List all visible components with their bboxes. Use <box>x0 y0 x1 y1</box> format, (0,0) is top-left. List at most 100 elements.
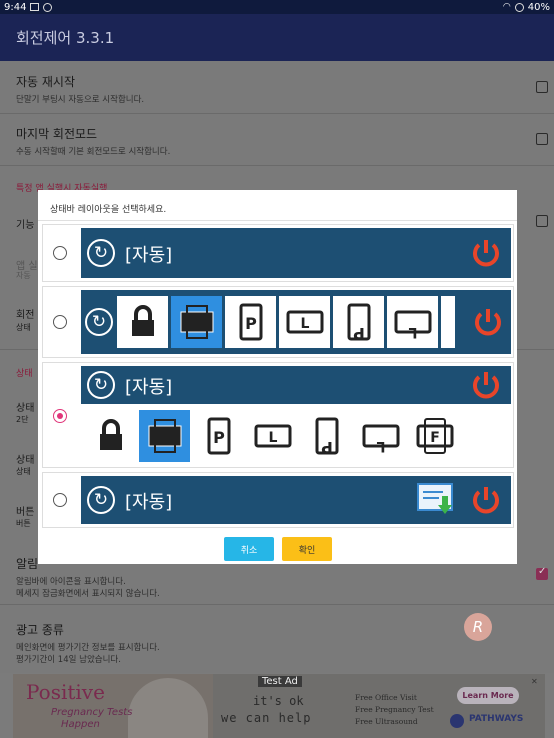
reverse-landscape-icon: L <box>355 410 406 462</box>
more-mode-icon <box>441 296 455 348</box>
landscape-icon: L <box>247 410 298 462</box>
divider <box>38 220 517 221</box>
dnd-icon <box>514 2 524 12</box>
pref-summary: 2단 <box>16 415 29 424</box>
app-logo-icon: R <box>464 613 492 641</box>
ad-text: Free Office Visit <box>355 693 417 702</box>
ad-text: it's ok <box>253 694 304 708</box>
pref-summary: 단말기 부팅시 자동으로 시작합니다. <box>16 95 145 105</box>
power-icon <box>473 487 499 514</box>
radio-option-4[interactable] <box>53 493 67 507</box>
statusbar-preview: ↻ P L P L <box>81 290 511 354</box>
learn-more-button[interactable]: Learn More <box>457 687 519 704</box>
category-header: 상태 <box>16 369 33 379</box>
svg-text:L: L <box>268 430 277 446</box>
statusbar-preview: ↻ [자동] <box>81 228 511 278</box>
portrait-icon: P <box>193 410 244 462</box>
reverse-portrait-icon: P <box>333 296 384 348</box>
landscape-auto-icon <box>171 296 222 348</box>
pref-auto-restart[interactable]: 자동 재시작 단말기 부팅시 자동으로 시작합니다. <box>16 73 538 106</box>
wifi-icon: ◠ <box>502 2 511 12</box>
svg-text:P: P <box>320 438 332 456</box>
pref-title: 마지막 회전모드 <box>16 127 98 141</box>
dialog-title: 상태바 레이아웃을 선택하세요. <box>50 205 167 215</box>
last-mode-checkbox[interactable] <box>536 133 548 145</box>
auto-label: [자동] <box>125 377 173 398</box>
statusbar-preview: ↻ [자동] <box>81 366 511 404</box>
auto-label: [자동] <box>125 492 173 513</box>
ad-text: Free Ultrasound <box>355 717 418 726</box>
image-icon <box>30 3 40 11</box>
radio-option-2[interactable] <box>53 315 67 329</box>
svg-text:F: F <box>430 430 440 446</box>
pref-title: 상태 <box>16 455 35 466</box>
pref-summary: 상태 <box>16 323 31 332</box>
lock-icon <box>117 296 168 348</box>
power-icon <box>473 240 499 267</box>
pref-summary: 메인화면에 평가기간 정보를 표시합니다. <box>16 643 160 653</box>
radio-option-3[interactable] <box>53 409 67 423</box>
layout-option-2[interactable]: ↻ P L P L <box>42 286 514 358</box>
auto-restart-checkbox[interactable] <box>536 81 548 93</box>
app-title: 회전제어 3.3.1 <box>16 29 115 47</box>
ad-text: we can help <box>221 711 312 725</box>
pref-summary: 상태 <box>16 467 31 476</box>
brand-logo-icon <box>450 714 464 728</box>
app-bar: 회전제어 3.3.1 <box>0 14 554 61</box>
rotate-icon: ↻ <box>87 239 115 267</box>
layout-select-dialog: 상태바 레이아웃을 선택하세요. ↻ [자동] ↻ P L P L ↻ [자동]… <box>38 190 517 564</box>
svg-text:L: L <box>376 438 385 454</box>
ad-subline: Pregnancy Tests <box>51 707 133 718</box>
alarm-checkbox[interactable] <box>536 566 548 580</box>
lock-icon <box>85 410 136 462</box>
rotate-icon: ↻ <box>87 486 115 514</box>
ad-brand: PATHWAYS <box>469 714 524 724</box>
reverse-landscape-icon: L <box>387 296 438 348</box>
time-text: 9:44 <box>4 1 27 13</box>
cancel-button[interactable]: 취소 <box>224 537 274 561</box>
pref-title: 자동 재시작 <box>16 75 76 89</box>
divider <box>0 113 554 114</box>
ad-banner[interactable]: Positive Pregnancy Tests Happen Test Ad … <box>13 674 545 738</box>
power-icon <box>473 372 499 399</box>
svg-text:P: P <box>213 428 225 447</box>
func-checkbox[interactable] <box>536 215 548 227</box>
mode-icons: P L P L <box>117 296 455 348</box>
pref-title: 기능 <box>16 220 35 231</box>
portrait-icon: P <box>225 296 276 348</box>
sync-icon <box>43 2 53 12</box>
statusbar-preview: ↻ [자동] <box>81 476 511 524</box>
battery-text: 40% <box>527 1 550 13</box>
pref-summary: 자동 <box>16 271 31 280</box>
svg-text:P: P <box>352 324 364 342</box>
layout-option-3[interactable]: ↻ [자동] P L P L F <box>42 362 514 468</box>
pref-summary: 알림바에 아이콘을 표시합니다. <box>16 577 126 587</box>
pref-title: 버튼 <box>16 507 35 518</box>
pref-last-mode[interactable]: 마지막 회전모드 수동 시작할때 기본 회전모드로 시작합니다. <box>16 125 538 158</box>
reverse-portrait-icon: P <box>301 410 352 462</box>
landscape-icon: L <box>279 296 330 348</box>
layout-option-4[interactable]: ↻ [자동] <box>42 472 514 528</box>
landscape-auto-icon <box>139 410 190 462</box>
ok-button[interactable]: 확인 <box>282 537 332 561</box>
pref-ad-type[interactable]: 광고 종류 메인화면에 평가기간 정보를 표시합니다. 평가기간이 14일 남았… <box>16 621 538 666</box>
full-sensor-icon: F <box>409 410 460 462</box>
download-list-icon <box>417 483 453 514</box>
divider <box>0 604 554 605</box>
pref-summary: 메세지 잠금화면에서 표시되지 않습니다. <box>16 589 160 599</box>
status-bar: 9:44 ◠ 40% <box>0 0 554 14</box>
ad-subline: Happen <box>61 719 100 730</box>
pref-title: 상태 <box>16 403 35 414</box>
radio-option-1[interactable] <box>53 246 67 260</box>
mode-icons: P L P L F <box>85 410 460 462</box>
pref-summary: 버튼 <box>16 519 31 528</box>
divider <box>0 165 554 166</box>
pref-title: 회전 <box>16 310 35 321</box>
svg-text:L: L <box>408 324 417 340</box>
ad-close-icon[interactable]: ✕ <box>531 677 541 687</box>
layout-option-1[interactable]: ↻ [자동] <box>42 224 514 282</box>
pref-title: 광고 종류 <box>16 623 64 637</box>
auto-label: [자동] <box>125 245 173 266</box>
pref-summary: 평가기간이 14일 남았습니다. <box>16 655 121 665</box>
power-icon <box>475 309 501 336</box>
